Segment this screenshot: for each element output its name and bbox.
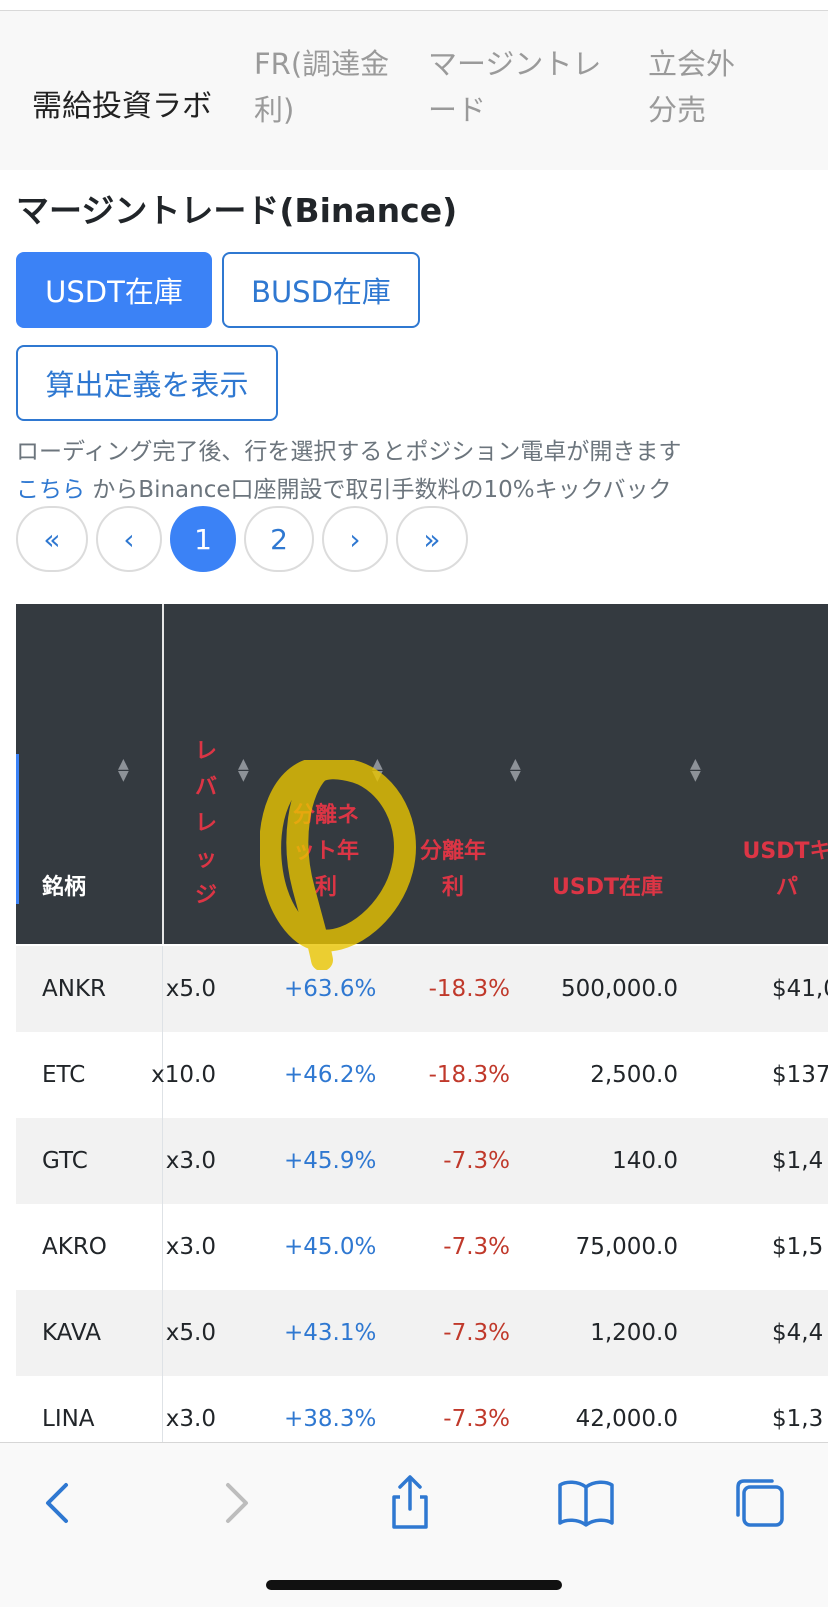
usdt-stock-button[interactable]: USDT在庫: [16, 252, 212, 328]
cell-leverage: x3.0: [165, 1234, 216, 1260]
header-leverage[interactable]: レ バ レ ッ ジ: [194, 734, 218, 914]
cell-annual-rate: -7.3%: [443, 1320, 510, 1346]
loading-note: ローディング完了後、行を選択するとポジション電卓が開きます: [16, 439, 682, 465]
cell-leverage: x10.0: [151, 1062, 216, 1088]
show-definition-button[interactable]: 算出定義を表示: [16, 345, 278, 421]
cell-usdt-stock: 1,200.0: [590, 1320, 678, 1346]
header-usdt-stock[interactable]: USDT在庫: [552, 870, 663, 906]
header-clipped-column: [16, 754, 19, 904]
table-row[interactable]: KAVA x5.0 +43.1% -7.3% 1,200.0 $4,4: [16, 1290, 828, 1377]
back-icon[interactable]: [28, 1473, 88, 1533]
table-row[interactable]: GTC x3.0 +45.9% -7.3% 140.0 $1,4: [16, 1118, 828, 1205]
navbar: 需給投資ラボ FR(調達金 利) マージントレ ード 立会外 分売: [0, 11, 828, 170]
header-annual-rate[interactable]: 分離年 利: [408, 834, 498, 906]
cell-usdt-cap: $41,0: [772, 976, 828, 1002]
brand-link[interactable]: 需給投資ラボ: [32, 81, 212, 125]
home-indicator: [266, 1580, 562, 1590]
row-divider: [162, 1118, 163, 1204]
sort-icon[interactable]: ▲ ▼: [510, 757, 521, 783]
sort-icon[interactable]: ▲ ▼: [372, 757, 383, 783]
sort-icon[interactable]: ▲ ▼: [690, 757, 701, 783]
table-header: ▲ ▼ ▲ ▼ ▲ ▼ ▲ ▼ ▲ ▼ 銘柄 レ バ レ ッ ジ 分離ネ ット年 利 分離…: [16, 604, 828, 944]
cell-net-rate: +43.1%: [284, 1320, 377, 1346]
page-title: マージントレード(Binance): [16, 191, 458, 230]
pagination-page-2[interactable]: 2: [244, 506, 314, 572]
cell-symbol: AKRO: [42, 1234, 107, 1260]
busd-stock-button[interactable]: BUSD在庫: [222, 252, 420, 328]
cell-annual-rate: -7.3%: [443, 1234, 510, 1260]
sort-icon[interactable]: ▲ ▼: [118, 757, 129, 783]
row-divider: [162, 946, 163, 1032]
row-divider: [162, 1204, 163, 1290]
header-net-rate[interactable]: 分離ネ ット年 利: [278, 798, 374, 906]
cell-usdt-stock: 140.0: [612, 1148, 678, 1174]
pagination-next[interactable]: ›: [322, 506, 388, 572]
nav-link-margin-trade[interactable]: マージントレ ード: [428, 41, 601, 133]
pagination-last[interactable]: »: [396, 506, 468, 572]
table-row[interactable]: ETC x10.0 +46.2% -18.3% 2,500.0 $137,3: [16, 1032, 828, 1119]
cell-annual-rate: -18.3%: [428, 976, 510, 1002]
cell-net-rate: +46.2%: [284, 1062, 377, 1088]
pagination-page-1[interactable]: 1: [170, 506, 236, 572]
forward-icon[interactable]: [206, 1473, 266, 1533]
cell-usdt-stock: 500,000.0: [560, 976, 678, 1002]
cell-net-rate: +45.0%: [284, 1234, 377, 1260]
header-divider: [162, 604, 164, 944]
cell-usdt-cap: $4,4: [772, 1320, 824, 1346]
table-row[interactable]: AKRO x3.0 +45.0% -7.3% 75,000.0 $1,5: [16, 1204, 828, 1291]
cell-usdt-stock: 75,000.0: [575, 1234, 678, 1260]
share-icon[interactable]: [380, 1473, 440, 1533]
cell-symbol: GTC: [42, 1148, 88, 1174]
table-row[interactable]: ANKR x5.0 +63.6% -18.3% 500,000.0 $41,0: [16, 946, 828, 1033]
nav-link-funding-rate[interactable]: FR(調達金 利): [254, 41, 389, 133]
cell-leverage: x3.0: [165, 1148, 216, 1174]
cell-leverage: x5.0: [165, 976, 216, 1002]
cell-usdt-stock: 2,500.0: [590, 1062, 678, 1088]
cell-net-rate: +45.9%: [284, 1148, 377, 1174]
cell-annual-rate: -7.3%: [443, 1148, 510, 1174]
cell-symbol: ANKR: [42, 976, 107, 1002]
header-symbol[interactable]: 銘柄: [42, 870, 86, 906]
sort-icon[interactable]: ▲ ▼: [238, 757, 249, 783]
cell-usdt-cap: $1,5: [772, 1234, 824, 1260]
row-divider: [162, 1290, 163, 1376]
cell-symbol: KAVA: [42, 1320, 101, 1346]
pagination-prev[interactable]: ‹: [96, 506, 162, 572]
header-usdt-cap[interactable]: USDTキ パ: [732, 834, 828, 906]
nav-link-block-sale[interactable]: 立会外 分売: [648, 41, 735, 133]
referral-note: こちら からBinance口座開設で取引手数料の10%キックバック: [16, 477, 672, 503]
cell-usdt-cap: $1,4: [772, 1148, 824, 1174]
cell-annual-rate: -18.3%: [428, 1062, 510, 1088]
cell-usdt-cap: $137,3: [772, 1062, 828, 1088]
cell-leverage: x5.0: [165, 1320, 216, 1346]
bookmarks-icon[interactable]: [556, 1473, 616, 1533]
pagination-first[interactable]: «: [16, 506, 88, 572]
cell-symbol: ETC: [42, 1062, 86, 1088]
tabs-icon[interactable]: [730, 1473, 790, 1533]
cell-net-rate: +63.6%: [284, 976, 377, 1002]
referral-link[interactable]: こちら: [16, 477, 85, 503]
